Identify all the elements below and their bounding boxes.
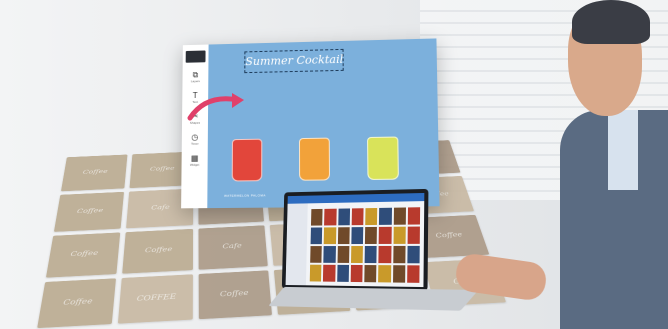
media-thumbnail[interactable] bbox=[310, 227, 323, 245]
person bbox=[453, 0, 668, 329]
tool-label: Widget bbox=[189, 162, 200, 167]
tool-layers[interactable]: ⧉ Layers bbox=[190, 70, 200, 84]
laptop-lid bbox=[281, 188, 429, 292]
thumbnail-label: Coffee bbox=[76, 207, 104, 215]
media-thumbnail[interactable] bbox=[309, 264, 322, 282]
thumbnail-label: Cafe bbox=[222, 242, 243, 251]
media-thumbnail[interactable] bbox=[393, 226, 406, 244]
coffee-thumbnail: COFFEE bbox=[118, 273, 193, 324]
media-thumbnail[interactable] bbox=[406, 265, 420, 283]
drink-caption: WATERMELON PALOMA bbox=[223, 193, 266, 198]
laptop bbox=[268, 188, 479, 313]
drink-image-peach[interactable] bbox=[293, 127, 334, 181]
media-thumbnail[interactable] bbox=[310, 246, 323, 263]
design-canvas[interactable]: Summer Cocktail WATERMELON PALOMA PEACH … bbox=[207, 38, 440, 209]
media-thumbnail[interactable] bbox=[392, 245, 406, 264]
app-logo bbox=[185, 50, 206, 63]
thumbnail-label: Coffee bbox=[62, 297, 93, 307]
timer-icon: ◷ bbox=[191, 132, 199, 142]
editor-toolbar: ⧉ Layers T Text ✂ Shapes ◷ Timer ▦ Widge… bbox=[181, 44, 209, 209]
media-thumbnail[interactable] bbox=[351, 208, 364, 226]
thumbnail-label: Cafe bbox=[151, 204, 170, 212]
media-thumbnail[interactable] bbox=[323, 264, 336, 282]
layers-icon: ⧉ bbox=[192, 70, 199, 80]
drag-arrow-icon bbox=[187, 93, 244, 121]
media-thumbnail[interactable] bbox=[364, 265, 377, 283]
thumbnail-label: Coffee bbox=[144, 246, 173, 255]
media-thumbnail[interactable] bbox=[379, 207, 392, 225]
app-header-bar bbox=[287, 192, 425, 204]
thumbnail-label: COFFEE bbox=[136, 293, 177, 303]
media-thumbnail[interactable] bbox=[337, 208, 350, 226]
media-thumbnail[interactable] bbox=[337, 227, 350, 245]
app-sidebar bbox=[285, 203, 308, 286]
media-thumbnail[interactable] bbox=[350, 264, 363, 283]
media-thumbnail-grid bbox=[309, 207, 421, 283]
glass-icon bbox=[298, 137, 331, 181]
person-shirt bbox=[608, 110, 638, 190]
glass-icon bbox=[231, 138, 263, 182]
canvas-title: Summer Cocktail bbox=[245, 52, 344, 69]
media-thumbnail[interactable] bbox=[364, 245, 377, 264]
person-hair bbox=[572, 0, 650, 44]
scene: Coffee Coffee Coffee Cafe Coffee Coffee Coffee… bbox=[0, 0, 668, 329]
media-thumbnail[interactable] bbox=[378, 265, 391, 283]
glass-icon bbox=[367, 136, 399, 181]
thumbnail-label: Coffee bbox=[82, 168, 108, 176]
tool-widget[interactable]: ▦ Widget bbox=[189, 153, 200, 167]
drink-image-watermelon[interactable] bbox=[226, 129, 267, 182]
media-thumbnail[interactable] bbox=[393, 207, 406, 225]
media-thumbnail[interactable] bbox=[407, 245, 420, 264]
media-thumbnail[interactable] bbox=[323, 246, 336, 263]
media-thumbnail[interactable] bbox=[392, 265, 406, 283]
coffee-thumbnail: Coffee bbox=[198, 269, 273, 320]
media-thumbnail[interactable] bbox=[378, 245, 392, 264]
coffee-thumbnail: Coffee bbox=[53, 191, 125, 232]
tool-label: Layers bbox=[190, 79, 200, 84]
thumbnail-label: Coffee bbox=[149, 165, 175, 173]
media-thumbnail[interactable] bbox=[324, 208, 337, 226]
tool-label: Timer bbox=[190, 141, 199, 146]
media-thumbnail[interactable] bbox=[364, 226, 378, 245]
laptop-keyboard bbox=[268, 286, 479, 311]
design-editor: ⧉ Layers T Text ✂ Shapes ◷ Timer ▦ Widge… bbox=[181, 38, 440, 209]
coffee-thumbnail: Coffee bbox=[61, 154, 128, 192]
thumbnail-label: Coffee bbox=[435, 231, 464, 240]
tool-timer[interactable]: ◷ Timer bbox=[190, 132, 199, 146]
tool-label: Shapes bbox=[189, 120, 201, 125]
media-thumbnail[interactable] bbox=[378, 226, 392, 244]
coffee-thumbnail: Coffee bbox=[37, 277, 117, 329]
media-thumbnail[interactable] bbox=[407, 207, 421, 225]
widget-icon: ▦ bbox=[190, 153, 199, 163]
laptop-screen bbox=[285, 192, 425, 288]
media-thumbnail[interactable] bbox=[323, 227, 336, 245]
thumbnail-label: Coffee bbox=[69, 250, 99, 259]
media-thumbnail[interactable] bbox=[350, 246, 363, 264]
media-thumbnail[interactable] bbox=[310, 208, 323, 226]
media-thumbnail[interactable] bbox=[351, 227, 364, 245]
thumbnail-label: Coffee bbox=[219, 289, 249, 299]
title-selection-box[interactable]: Summer Cocktail bbox=[244, 48, 344, 74]
media-thumbnail[interactable] bbox=[407, 226, 420, 244]
coffee-thumbnail: Coffee bbox=[45, 232, 121, 278]
media-thumbnail[interactable] bbox=[336, 264, 349, 282]
drink-image-cucumber[interactable] bbox=[361, 126, 403, 181]
coffee-thumbnail: Cafe bbox=[198, 225, 268, 270]
media-thumbnail[interactable] bbox=[337, 246, 350, 263]
coffee-thumbnail: Coffee bbox=[122, 228, 193, 274]
media-thumbnail[interactable] bbox=[365, 207, 378, 226]
